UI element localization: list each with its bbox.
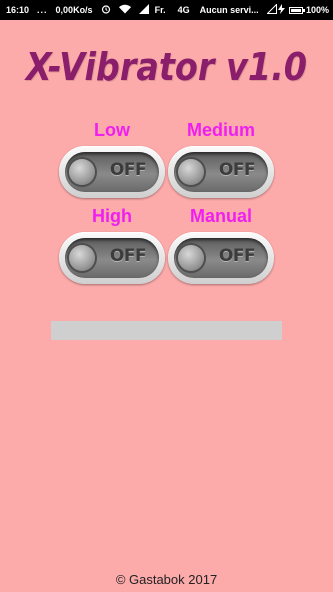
- status-right-group: 100%: [277, 4, 329, 16]
- status-carrier-1: Fr.: [154, 5, 166, 15]
- toggle-state-label: OFF: [109, 160, 147, 180]
- toggle-manual[interactable]: OFF: [168, 232, 274, 284]
- toggle-knob[interactable]: [69, 245, 95, 271]
- status-network-type: 4G: [177, 5, 190, 15]
- toggle-medium[interactable]: OFF: [168, 146, 274, 198]
- wifi-icon: [118, 4, 131, 16]
- app-title: X-Vibrator v1.0: [25, 45, 308, 89]
- toggle-state-label: OFF: [109, 246, 147, 266]
- toggle-state-label: OFF: [218, 160, 256, 180]
- toggle-knob[interactable]: [69, 159, 95, 185]
- mode-label-low: Low: [94, 120, 130, 140]
- status-more-dots: ...: [37, 5, 48, 15]
- status-carrier-2: Aucun servi...: [199, 5, 259, 15]
- toggle-high[interactable]: OFF: [59, 232, 165, 284]
- status-net-speed: 0,00Ko/s: [55, 5, 93, 15]
- toggle-knob[interactable]: [178, 245, 204, 271]
- cell-signal-icon: [138, 4, 149, 16]
- toggle-knob[interactable]: [178, 159, 204, 185]
- toggle-low[interactable]: OFF: [59, 146, 165, 198]
- copyright-footer: © Gastabok 2017: [115, 572, 218, 587]
- cell-signal-empty-icon: [265, 3, 277, 16]
- battery-icon: [288, 6, 305, 14]
- mode-label-high: High: [92, 206, 132, 226]
- mode-label-manual: Manual: [189, 206, 252, 226]
- alarm-clock-icon: [101, 4, 111, 16]
- status-battery-percent: 100%: [305, 5, 329, 15]
- toggle-state-label: OFF: [218, 246, 256, 266]
- mode-label-medium: Medium: [186, 120, 255, 140]
- status-time: 16:10: [6, 5, 30, 15]
- lightning-icon: [277, 4, 285, 16]
- intensity-progress-bar: [51, 321, 282, 340]
- status-bar: 16:10 ... 0,00Ko/s Fr. 4G Aucun servi...…: [0, 0, 333, 20]
